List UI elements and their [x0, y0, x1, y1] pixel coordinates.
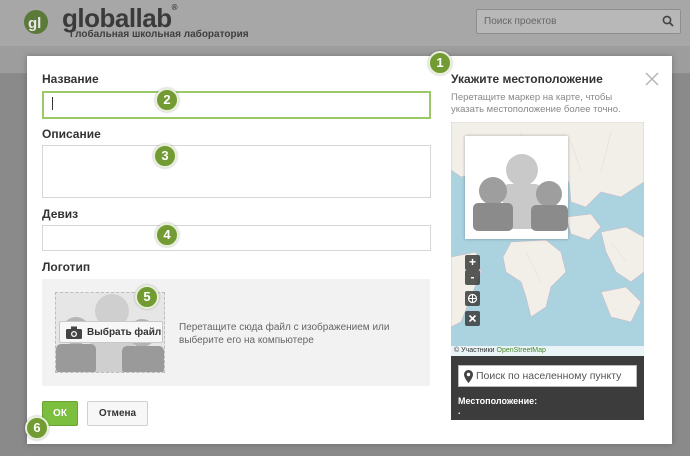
motto-label: Девиз — [42, 207, 79, 221]
cancel-button[interactable]: Отмена — [87, 401, 148, 426]
location-map[interactable]: + - © Участники OpenStreetMap — [451, 122, 644, 356]
name-input[interactable] — [42, 91, 431, 119]
logo-label: Логотип — [42, 260, 91, 274]
name-label: Название — [42, 72, 99, 86]
group-placeholder-image — [473, 154, 568, 231]
drop-hint-text: Перетащите сюда файл с изображением или … — [179, 322, 390, 346]
annotation-badge-5: 5 — [135, 285, 159, 309]
zoom-in-button[interactable]: + — [465, 255, 480, 270]
location-value: . — [458, 406, 461, 416]
osm-link[interactable]: OpenStreetMap — [497, 347, 546, 354]
location-search-panel: Поиск по населенному пункту Местоположен… — [451, 356, 644, 420]
camera-icon — [66, 326, 82, 339]
search-icon[interactable] — [662, 15, 674, 27]
location-title: Укажите местоположение — [451, 72, 603, 86]
close-icon[interactable] — [645, 72, 659, 86]
create-project-dialog: Название Описание Девиз Логотип Выбрать … — [27, 56, 672, 444]
zoom-out-button[interactable]: - — [465, 270, 480, 285]
location-value-label: Местоположение:. — [458, 396, 538, 416]
svg-text:gl: gl — [28, 15, 41, 32]
map-pin-icon — [464, 370, 473, 383]
annotation-badge-6: 6 — [25, 416, 49, 440]
map-marker-photo[interactable] — [465, 136, 568, 239]
clear-icon — [468, 314, 477, 323]
description-textarea[interactable] — [42, 145, 431, 198]
annotation-badge-3: 3 — [153, 144, 177, 168]
text-caret — [52, 97, 53, 110]
site-tagline: Глобальная школьная лаборатория — [70, 29, 249, 40]
annotation-badge-2: 2 — [155, 88, 179, 112]
description-label: Описание — [42, 127, 101, 141]
location-hint: Перетащите маркер на карте, чтобы указат… — [451, 92, 621, 115]
settlement-search-input[interactable]: Поиск по населенному пункту — [458, 365, 637, 387]
map-attribution: © Участники OpenStreetMap — [451, 346, 644, 356]
locate-button[interactable] — [465, 291, 480, 306]
motto-input[interactable] — [42, 225, 431, 251]
clear-location-button[interactable] — [465, 311, 480, 326]
globe-icon — [467, 293, 478, 304]
choose-file-button[interactable]: Выбрать файл — [59, 321, 163, 343]
annotation-badge-4: 4 — [155, 223, 179, 247]
globe-logo-icon: gl — [24, 10, 48, 34]
site-header: gl globallab® Глобальная школьная лабора… — [0, 0, 690, 46]
project-search-input[interactable]: Поиск проектов — [476, 9, 681, 34]
logo-upload-area[interactable]: Выбрать файл Перетащите сюда файл с изоб… — [42, 279, 430, 386]
annotation-badge-1: 1 — [428, 51, 452, 75]
